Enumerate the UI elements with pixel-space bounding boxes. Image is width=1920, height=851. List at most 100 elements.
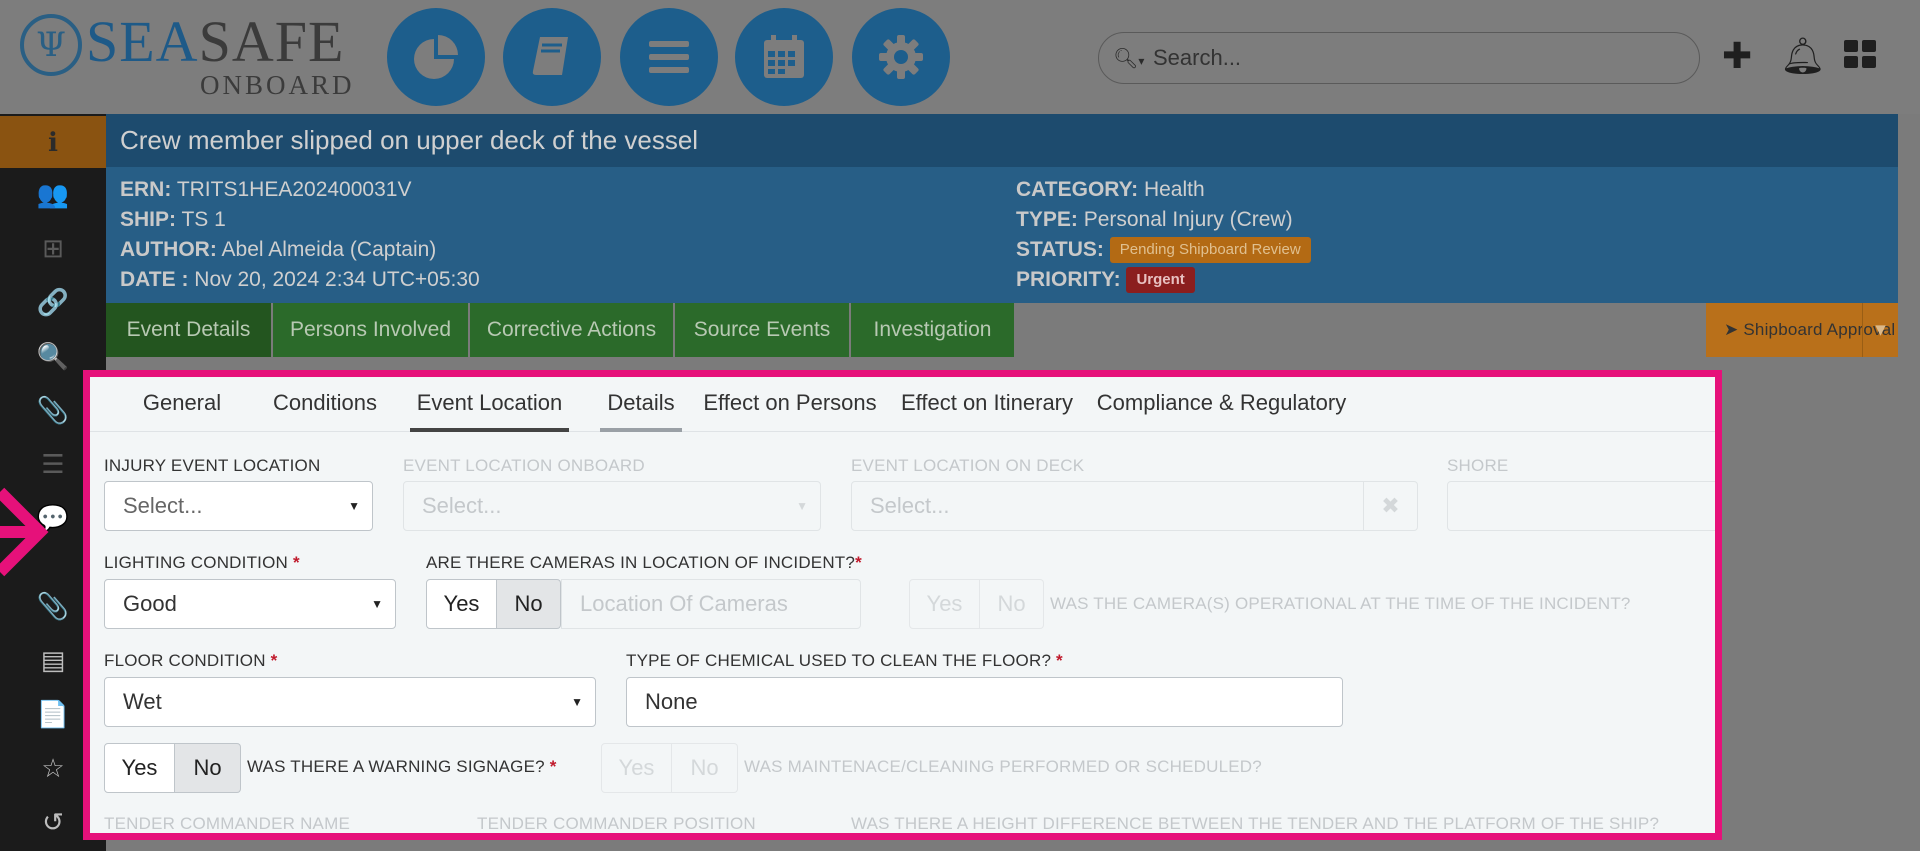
pie-chart-icon (414, 35, 458, 79)
camera-operational-label: WAS THE CAMERA(S) OPERATIONAL AT THE TIM… (1050, 594, 1631, 613)
injury-location-label: INJURY EVENT LOCATION (104, 456, 321, 475)
tab-corrective-actions[interactable]: Corrective Actions (470, 303, 673, 357)
maintenance-yes-button[interactable]: Yes (601, 743, 672, 793)
ship-value: TS 1 (181, 208, 226, 231)
subtab-event-location[interactable]: Event Location (410, 377, 569, 432)
type-value: Personal Injury (Crew) (1083, 208, 1293, 231)
pointer-arrow-icon (0, 487, 49, 577)
onboard-location-select[interactable]: Select... ▼ (403, 481, 821, 531)
logo-onboard-text: ONBOARD (200, 70, 355, 100)
height-difference-label: WAS THERE A HEIGHT DIFFERENCE BETWEEN TH… (851, 814, 1660, 833)
priority-label: PRIORITY: (1016, 268, 1121, 291)
required-mark: * (270, 651, 278, 670)
signage-label: WAS THERE A WARNING SIGNAGE? * (247, 757, 557, 776)
gear-icon (879, 35, 923, 79)
add-icon[interactable]: ✚ (1722, 36, 1752, 76)
cameras-no-button[interactable]: No (497, 579, 561, 629)
camera-operational-toggle[interactable]: Yes No (909, 579, 1044, 629)
onboard-location-value: Select... (422, 493, 502, 518)
ern-label: ERN: (120, 178, 172, 201)
required-mark: * (292, 553, 300, 572)
calendar-icon (764, 35, 804, 78)
deck-location-select[interactable]: Select... (851, 481, 1364, 531)
dashboard-button[interactable] (387, 8, 485, 106)
menu-button[interactable] (620, 8, 718, 106)
maintenance-no-button[interactable]: No (672, 743, 738, 793)
chemical-label: TYPE OF CHEMICAL USED TO CLEAN THE FLOOR… (626, 651, 1063, 670)
chevron-down-icon[interactable]: ▾ (1862, 303, 1898, 357)
subtab-conditions[interactable]: Conditions (254, 377, 396, 432)
sub-tabs: General Conditions Event Location Detail… (90, 377, 1715, 432)
date-value: Nov 20, 2024 2:34 UTC+05:30 (194, 268, 480, 291)
settings-button[interactable] (852, 8, 950, 106)
date-label: DATE : (120, 268, 189, 291)
logo-sea-text: SEA (86, 9, 199, 74)
tender-commander-name-label: TENDER COMMANDER NAME (104, 814, 350, 833)
subtab-effect-on-persons[interactable]: Effect on Persons (701, 377, 879, 432)
trident-icon: Ψ (20, 14, 82, 76)
clear-icon[interactable]: ✖ (1364, 481, 1418, 531)
floor-condition-label: FLOOR CONDITION * (104, 651, 278, 670)
main-tabs: Event Details Persons Involved Correctiv… (106, 303, 1898, 357)
signage-no-button[interactable]: No (175, 743, 241, 793)
camera-location-input[interactable]: Location Of Cameras (561, 579, 861, 629)
required-mark: * (855, 553, 862, 572)
sidebar-link-icon[interactable]: 🔗 (0, 276, 106, 328)
floor-condition-value: Wet (123, 689, 162, 714)
ern-value: TRITS1HEA202400031V (176, 178, 412, 201)
signage-yes-button[interactable]: Yes (104, 743, 175, 793)
send-icon: ➤ (1724, 320, 1739, 339)
search-icon[interactable]: 🔍︎▾ (1113, 46, 1144, 71)
cameras-toggle[interactable]: Yes No (426, 579, 561, 629)
required-mark: * (549, 757, 557, 776)
subtab-details[interactable]: Details (600, 377, 682, 432)
camera-operational-yes-button[interactable]: Yes (909, 579, 980, 629)
search-bar[interactable]: 🔍︎▾ (1098, 32, 1700, 84)
injury-location-select[interactable]: Select... ▼ (104, 481, 373, 531)
event-meta-panel: ERN: TRITS1HEA202400031V SHIP: TS 1 AUTH… (106, 167, 1898, 303)
maintenance-toggle[interactable]: Yes No (601, 743, 738, 793)
seasafe-logo[interactable]: Ψ SEASAFE ONBOARD (20, 9, 352, 100)
apps-grid-icon[interactable] (1842, 36, 1878, 80)
status-label: STATUS: (1016, 238, 1104, 261)
search-input[interactable] (1151, 39, 1671, 77)
menu-icon (649, 41, 689, 73)
floor-condition-select[interactable]: Wet ▼ (104, 677, 596, 727)
status-badge: Pending Shipboard Review (1109, 237, 1311, 264)
author-value: Abel Almeida (Captain) (221, 238, 437, 261)
tab-source-events[interactable]: Source Events (675, 303, 849, 357)
tab-event-details[interactable]: Event Details (106, 303, 271, 357)
chemical-input[interactable]: None (626, 677, 1343, 727)
caret-down-icon: ▼ (348, 499, 360, 513)
logbook-button[interactable] (503, 8, 601, 106)
subtab-general[interactable]: General (116, 377, 248, 432)
camera-operational-no-button[interactable]: No (980, 579, 1044, 629)
subtab-effect-on-itinerary[interactable]: Effect on Itinerary (896, 377, 1078, 432)
caret-down-icon: ▼ (571, 695, 583, 709)
sidebar-info-icon[interactable]: ℹ (0, 116, 106, 168)
category-value: Health (1143, 178, 1205, 201)
lighting-condition-value: Good (123, 591, 177, 616)
shore-input[interactable] (1447, 481, 1715, 531)
injury-location-value: Select... (123, 493, 203, 518)
subtab-compliance-regulatory[interactable]: Compliance & Regulatory (1094, 377, 1349, 432)
book-icon (532, 37, 568, 75)
event-title: Crew member slipped on upper deck of the… (106, 114, 1898, 167)
logo-safe-text: SAFE (198, 9, 345, 74)
sidebar-sitemap-icon[interactable]: ⊞ (0, 222, 106, 274)
type-label: TYPE: (1016, 208, 1078, 231)
category-label: CATEGORY: (1016, 178, 1139, 201)
tab-investigation[interactable]: Investigation (851, 303, 1014, 357)
bell-icon[interactable]: 🔔︎ (1780, 36, 1826, 76)
caret-down-icon: ▼ (371, 597, 383, 611)
cameras-yes-button[interactable]: Yes (426, 579, 497, 629)
sidebar-users-icon[interactable]: 👥 (0, 168, 106, 220)
tab-persons-involved[interactable]: Persons Involved (273, 303, 468, 357)
lighting-condition-select[interactable]: Good ▼ (104, 579, 396, 629)
cameras-label: ARE THERE CAMERAS IN LOCATION OF INCIDEN… (426, 553, 862, 572)
caret-down-icon: ▼ (796, 499, 808, 513)
signage-toggle[interactable]: Yes No (104, 743, 241, 793)
calendar-button[interactable] (735, 8, 833, 106)
shipboard-approval-button[interactable]: ➤ Shipboard Approval ▾ (1706, 303, 1898, 357)
priority-badge: Urgent (1126, 267, 1195, 294)
